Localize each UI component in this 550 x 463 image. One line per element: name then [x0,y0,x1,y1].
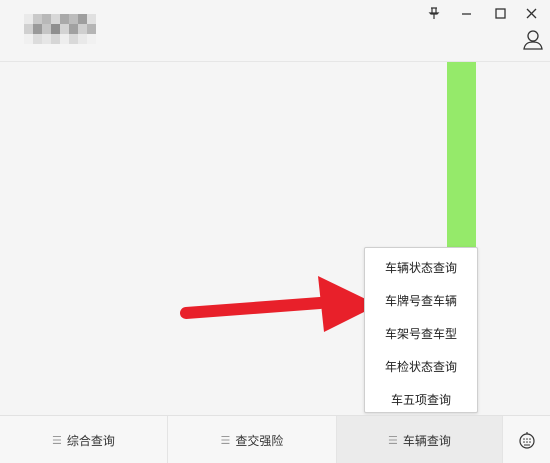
user-button[interactable] [522,29,544,51]
app-logo [24,14,96,44]
menu-item-vehicle-status[interactable]: 车辆状态查询 [365,252,477,285]
keyboard-icon [518,432,535,449]
close-icon [526,8,536,18]
menu-icon: ☰ [220,433,231,447]
green-indicator-bar [447,62,476,248]
menu-icon: ☰ [388,433,398,447]
bottom-nav: ☰ 综合查询 ☰ 查交强险 ☰ 车辆查询 [0,415,550,463]
minimize-icon [461,12,471,15]
close-button[interactable] [520,4,542,22]
pin-button[interactable] [423,4,445,22]
maximize-icon [494,7,506,19]
tab-label: 查交强险 [235,433,284,448]
minimize-button[interactable] [455,4,477,22]
user-icon [523,30,543,50]
tab-insurance-query[interactable]: ☰ 查交强险 [168,416,337,463]
tab-label: 综合查询 [66,433,115,448]
pin-icon [428,6,440,19]
maximize-button[interactable] [489,4,511,22]
menu-item-five-items[interactable]: 车五项查询 [365,384,477,417]
keyboard-button[interactable] [503,416,550,463]
menu-item-plate-lookup[interactable]: 车牌号查车辆 [365,285,477,318]
menu-icon: ☰ [52,433,62,447]
tab-vehicle-query[interactable]: ☰ 车辆查询 [337,416,503,463]
title-bar [0,0,550,62]
tab-label: 车辆查询 [402,433,451,448]
main-content: 车辆状态查询 车牌号查车辆 车架号查车型 年检状态查询 车五项查询 [0,62,550,414]
vehicle-query-menu: 车辆状态查询 车牌号查车辆 车架号查车型 年检状态查询 车五项查询 [364,247,478,413]
red-arrow-annotation [180,276,378,332]
tab-comprehensive-query[interactable]: ☰ 综合查询 [0,416,168,463]
menu-item-vin-model[interactable]: 车架号查车型 [365,318,477,351]
menu-item-inspection-status[interactable]: 年检状态查询 [365,351,477,384]
